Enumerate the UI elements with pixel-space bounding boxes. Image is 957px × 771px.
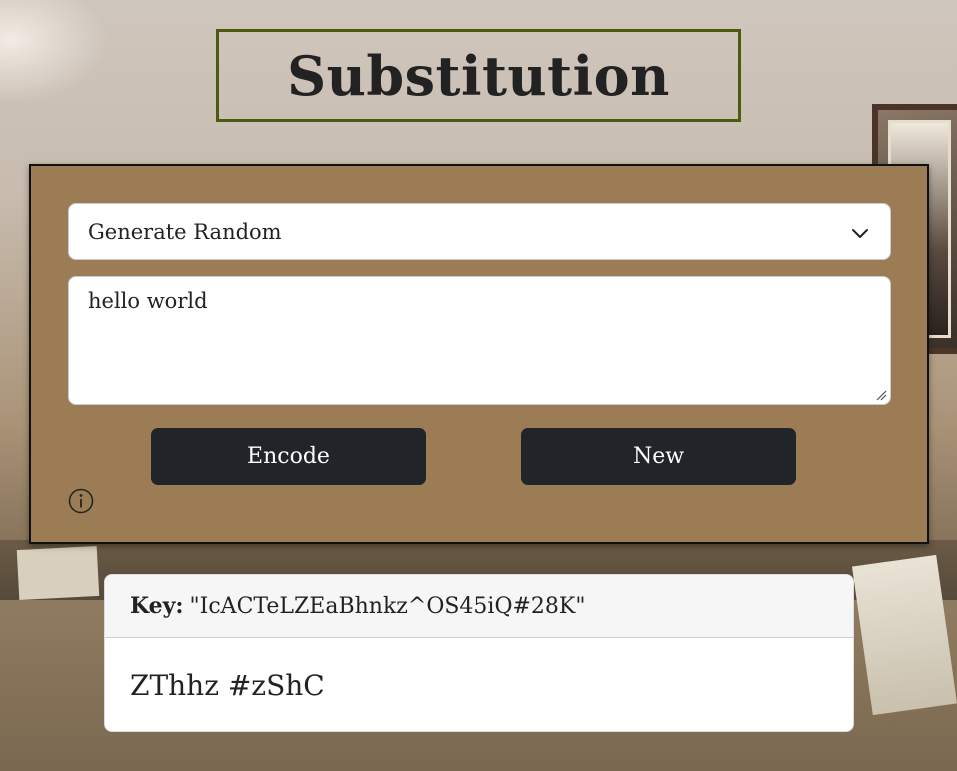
result-output: ZThhz #zShC (105, 638, 853, 731)
info-circle-icon[interactable] (68, 488, 94, 514)
background-card (16, 545, 100, 601)
key-label: Key: (130, 593, 184, 619)
encoded-text: ZThhz #zShC (130, 668, 325, 702)
new-button[interactable]: New (521, 428, 796, 485)
page-title-box: Substitution (216, 29, 741, 122)
key-value: "IcACTeLZEaBhnkz^OS45iQ#28K" (189, 593, 586, 619)
plaintext-input[interactable]: hello world (68, 276, 891, 405)
result-key-header: Key: "IcACTeLZEaBhnkz^OS45iQ#28K" (105, 575, 853, 638)
plaintext-value: hello world (88, 289, 208, 313)
resize-grip-icon[interactable] (875, 389, 887, 401)
key-mode-selected-value: Generate Random (88, 219, 282, 244)
key-mode-select[interactable]: Generate Random (68, 203, 891, 260)
encode-button[interactable]: Encode (151, 428, 426, 485)
cipher-form-panel: Generate Random hello world Encode New (29, 164, 929, 544)
page-title: Substitution (287, 43, 670, 108)
result-card: Key: "IcACTeLZEaBhnkz^OS45iQ#28K" ZThhz … (104, 574, 854, 732)
chevron-down-icon (852, 229, 868, 238)
